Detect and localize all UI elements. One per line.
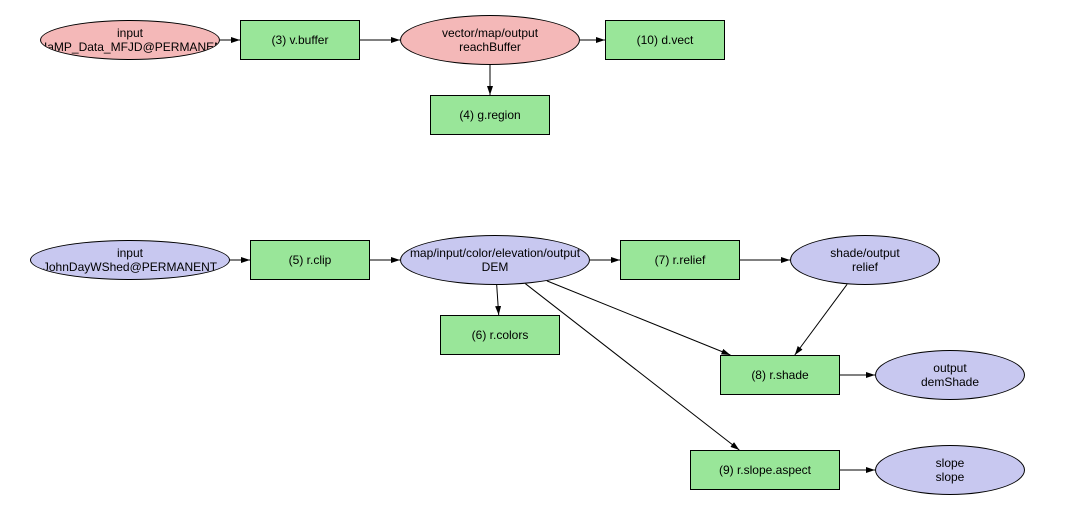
node-n_relief[interactable]: shade/output relief [790, 235, 940, 285]
node-label: input CHaMP_Data_MFJD@PERMANENT [40, 26, 220, 55]
node-n_reach[interactable]: vector/map/output reachBuffer [400, 15, 580, 65]
node-label: map/input/color/elevation/output DEM [410, 246, 580, 275]
edge-n_dem-to-n_rslope [525, 284, 739, 450]
edge-n_relief-to-n_rshade [795, 284, 847, 355]
edge-n_dem-to-n_rshade [547, 281, 731, 355]
node-label: shade/output relief [830, 246, 899, 275]
node-n_rcolors[interactable]: (6) r.colors [440, 315, 560, 355]
diagram-canvas: input CHaMP_Data_MFJD@PERMANENT (3) v.buf… [0, 0, 1077, 530]
node-n_dvect[interactable]: (10) d.vect [605, 20, 725, 60]
node-n_rclip[interactable]: (5) r.clip [250, 240, 370, 280]
node-label: (5) r.clip [289, 253, 332, 267]
node-label: output demShade [921, 361, 979, 390]
node-n_dem[interactable]: map/input/color/elevation/output DEM [400, 235, 590, 285]
node-n_input2[interactable]: input JohnDayWShed@PERMANENT [30, 240, 230, 280]
node-n_input1[interactable]: input CHaMP_Data_MFJD@PERMANENT [40, 20, 220, 60]
node-label: (10) d.vect [637, 33, 694, 47]
node-label: slope slope [936, 456, 965, 485]
node-n_gregion[interactable]: (4) g.region [430, 95, 550, 135]
node-n_rslope[interactable]: (9) r.slope.aspect [690, 450, 840, 490]
node-n_slope[interactable]: slope slope [875, 445, 1025, 495]
node-label: (4) g.region [459, 108, 520, 122]
node-n_demshade[interactable]: output demShade [875, 350, 1025, 400]
node-n_vbuffer[interactable]: (3) v.buffer [240, 20, 360, 60]
node-label: input JohnDayWShed@PERMANENT [43, 246, 217, 275]
edge-n_dem-to-n_rcolors [497, 285, 499, 315]
node-n_rshade[interactable]: (8) r.shade [720, 355, 840, 395]
node-label: (6) r.colors [472, 328, 529, 342]
node-label: vector/map/output reachBuffer [442, 26, 538, 55]
node-n_rrelief[interactable]: (7) r.relief [620, 240, 740, 280]
node-label: (9) r.slope.aspect [719, 463, 811, 477]
node-label: (3) v.buffer [272, 33, 329, 47]
node-label: (7) r.relief [655, 253, 706, 267]
node-label: (8) r.shade [751, 368, 808, 382]
